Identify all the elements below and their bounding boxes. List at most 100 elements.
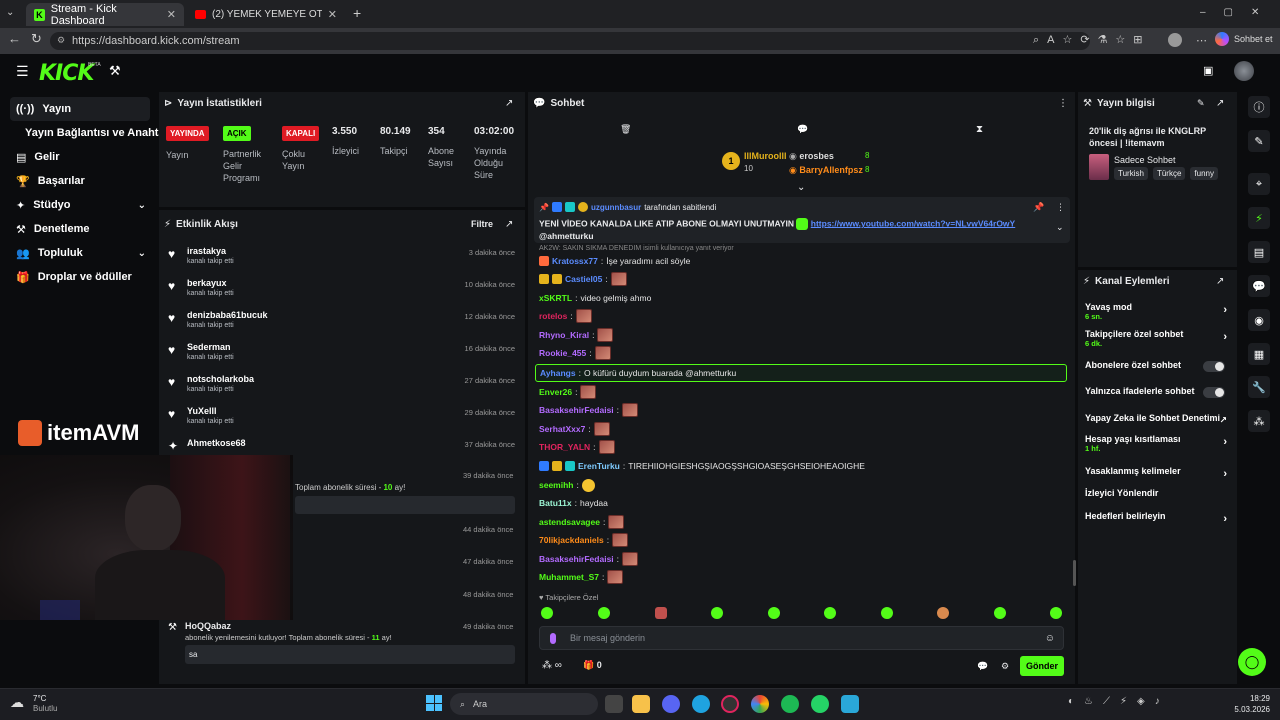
followers-only-action[interactable]: Takipçilere özel sohbet 6 dk. › (1085, 329, 1235, 353)
banned-words-action[interactable]: Yasaklanmış kelimeler › (1085, 466, 1235, 480)
weather-icon[interactable]: ☁ (10, 694, 24, 711)
copilot-button[interactable]: Sohbet et (1215, 32, 1273, 46)
task-view-icon[interactable] (605, 695, 623, 713)
bolt-icon[interactable]: ⚡ (1248, 207, 1270, 229)
bolt-icon: ⚡ (164, 219, 172, 230)
close-tab-icon[interactable]: ✕ (167, 8, 176, 21)
file-explorer-icon[interactable] (632, 695, 650, 713)
expand-icon[interactable]: ⌄ (797, 182, 805, 193)
activity-time: 39 dakika önce (463, 471, 514, 480)
kick-logo[interactable]: KICK (39, 61, 94, 86)
new-tab-button[interactable]: + (353, 5, 361, 21)
settings-icon[interactable]: ⚙ (1001, 661, 1009, 672)
hourglass-icon[interactable]: ⧗ (976, 124, 983, 135)
taskbar-search[interactable]: ⌕ Ara (450, 693, 598, 715)
windows-start-icon[interactable] (426, 695, 442, 711)
wrench-icon[interactable]: 🔧 (1248, 376, 1270, 398)
list-item: ♥ denizbaba61bucuk kanalı takip etti 12 dak… (168, 310, 515, 329)
filter-button[interactable]: Filtre (471, 219, 493, 229)
sidebar-item-label: Yayın Bağlantısı ve Anahtarı (25, 127, 159, 139)
category-name[interactable]: Sadece Sohbet (1114, 155, 1176, 165)
reload-icon[interactable]: ↻ (31, 31, 42, 47)
crosshair-icon[interactable]: ⌖ (1248, 173, 1270, 195)
hammer-icon: ⚒ (16, 223, 26, 236)
system-tray-icons[interactable]: ◐♨⟋⚡◈♪ (1068, 696, 1170, 707)
chrome-icon[interactable] (751, 695, 769, 713)
raid-action[interactable]: İzleyici Yönlendir (1085, 488, 1235, 502)
chat-bubble-icon[interactable]: 💬 (977, 661, 988, 672)
popout-icon[interactable]: ↗ (505, 219, 513, 230)
tools-icon: ⚒ (168, 622, 177, 633)
sidebar-item-denetleme[interactable]: ⚒ Denetleme (10, 217, 150, 241)
subs-only-toggle[interactable] (1203, 361, 1225, 372)
chat-bubble-icon[interactable]: 💬 (797, 124, 808, 135)
notepad-icon[interactable] (841, 695, 859, 713)
slow-mode-action[interactable]: Yavaş mod 6 sn. › (1085, 302, 1235, 326)
user-avatar[interactable] (1234, 61, 1254, 81)
emoji-picker-icon[interactable]: ☺ (1045, 633, 1055, 644)
edit-icon[interactable]: ✎ (1197, 98, 1205, 109)
beta-label: BETA (88, 62, 101, 68)
gift-icon: 🎁 (583, 660, 597, 670)
more-icon[interactable]: ⋯ (1196, 34, 1207, 47)
sub-renewal-text: abonelik yenilemesini kutluyor! Toplam a… (185, 633, 392, 642)
subs-only-action[interactable]: Abonelere özel sohbet (1085, 360, 1235, 374)
sidebar-item-gelir[interactable]: ▤ Gelir (10, 145, 150, 169)
list-icon[interactable]: ▤ (1248, 241, 1270, 263)
whatsapp-icon[interactable] (811, 695, 829, 713)
pinned-more-icon[interactable]: ⋮ (1056, 202, 1065, 213)
chat-more-icon[interactable]: ⋮ (1058, 98, 1068, 109)
nodes-icon[interactable]: ⁂ (1248, 410, 1270, 432)
sidebar-item-stream-key[interactable]: Yayın Bağlantısı ve Anahtarı (19, 121, 159, 145)
tab-youtube[interactable]: (2) YEMEK YEMEYE OTURDUK, AZ... ✕ (187, 3, 345, 26)
edge-icon[interactable] (692, 695, 710, 713)
toolbar-icons[interactable]: ⌕A☆⟳⚗☆⊞ (1033, 33, 1151, 47)
send-button[interactable]: Gönder (1020, 656, 1064, 676)
panel-icon[interactable]: ▦ (1248, 343, 1270, 365)
goals-action[interactable]: Hedefleri belirleyin › (1085, 511, 1235, 525)
pinned-link[interactable]: https://www.youtube.com/watch?v=NLvwV64r… (811, 218, 1015, 228)
trash-icon[interactable]: 🗑 (620, 124, 631, 135)
site-info-icon[interactable]: ⚙ (57, 35, 65, 46)
sidebar-item-topluluk[interactable]: 👥 Topluluk ⌄ (10, 241, 150, 265)
account-age-action[interactable]: Hesap yaşı kısıtlaması 1 hf. › (1085, 434, 1235, 458)
clock[interactable]: 18:29 5.03.2026 (1232, 693, 1270, 715)
popout-icon[interactable]: ↗ (505, 98, 513, 109)
info-icon[interactable]: ⓘ (1248, 96, 1270, 118)
popout-icon[interactable]: ↗ (1216, 276, 1224, 287)
tools-icon[interactable]: ⚒ (109, 63, 121, 79)
edit-icon[interactable]: ✎ (1248, 130, 1270, 152)
sidebar-item-yayin[interactable]: ((·)) Yayın (10, 97, 150, 121)
chat-input[interactable]: Bir mesaj gönderin ☺ (539, 626, 1064, 650)
sidebar-item-studyo[interactable]: ✦ Stüdyo ⌄ (10, 193, 150, 217)
window-controls[interactable]: –▢✕ (1200, 7, 1277, 18)
obs-icon[interactable] (721, 695, 739, 713)
close-tab-icon[interactable]: ✕ (328, 8, 337, 21)
bolt-icon: ⚡ (1083, 276, 1091, 287)
tab-list-icon[interactable]: ⌄ (6, 7, 14, 18)
chat-scrollbar[interactable] (1073, 560, 1076, 586)
emotes-only-toggle[interactable] (1203, 387, 1225, 398)
spotify-icon[interactable] (781, 695, 799, 713)
chevron-right-icon: › (1223, 436, 1227, 448)
points-icon[interactable]: ⁂ ∞ (542, 660, 562, 671)
sidebar-item-droplar[interactable]: 🎁 Droplar ve ödüller (10, 265, 150, 289)
emote-quick-bar[interactable] (541, 607, 1062, 621)
back-icon[interactable]: ← (8, 31, 21, 46)
studio-icon[interactable]: ▣ (1203, 64, 1213, 77)
ai-moderation-action[interactable]: Yapay Zeka ile Sohbet Denetimi ↗ (1085, 413, 1235, 427)
chevron-down-icon[interactable]: ⌄ (1056, 222, 1064, 233)
discord-icon[interactable] (662, 695, 680, 713)
sidebar-item-basarilar[interactable]: 🏆 Başarılar (10, 169, 150, 193)
chat-icon[interactable]: 💬 (1248, 275, 1270, 297)
tab-kick-dashboard[interactable]: K Stream - Kick Dashboard ✕ (26, 3, 184, 27)
unpin-icon[interactable]: 📌 (1033, 202, 1044, 213)
popout-icon[interactable]: ↗ (1216, 98, 1224, 109)
profile-avatar[interactable] (1168, 33, 1182, 47)
emotes-only-action[interactable]: Yalnızca ifadelerle sohbet (1085, 386, 1235, 400)
support-chat-button[interactable]: ◯ (1238, 648, 1266, 676)
address-field[interactable]: ⚙ https://dashboard.kick.com/stream (50, 32, 1090, 50)
menu-icon[interactable]: ☰ (16, 63, 29, 80)
weather-widget[interactable]: 7°C Bulutlu (33, 694, 57, 714)
broadcast-icon[interactable]: ◉ (1248, 309, 1270, 331)
